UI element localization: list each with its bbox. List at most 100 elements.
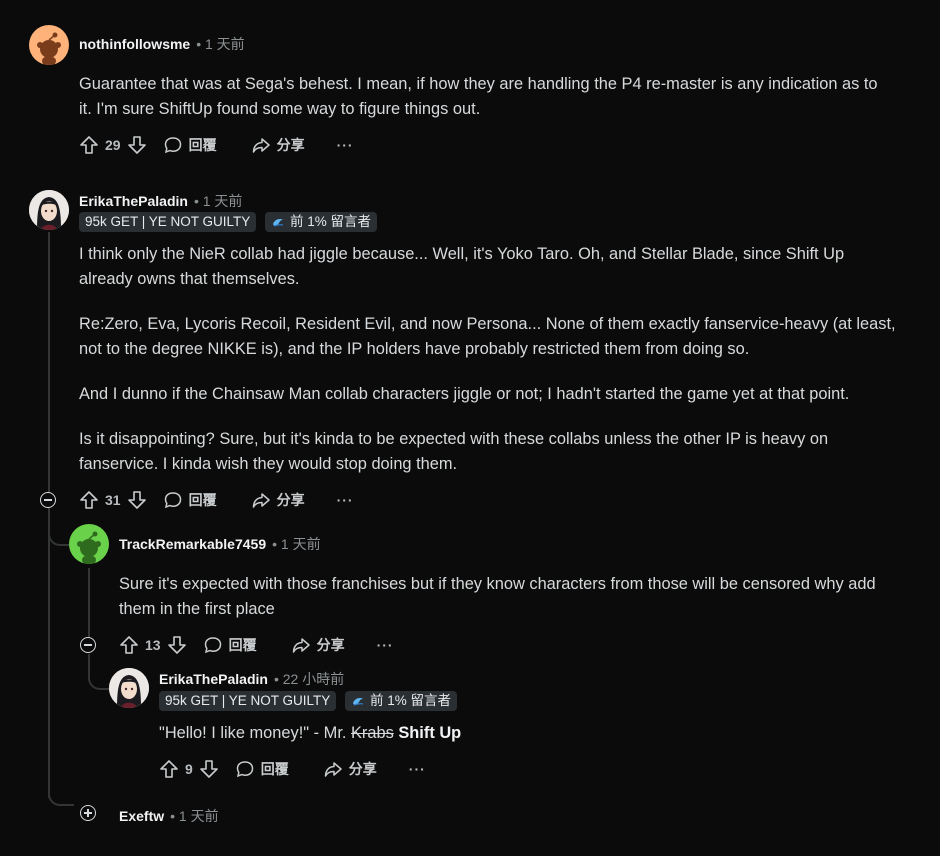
comment-line: Guarantee that was at Sega's behest. I m… bbox=[79, 75, 878, 93]
comment-bubble-icon bbox=[164, 492, 181, 509]
comment-line: Sure it's expected with those franchises… bbox=[119, 575, 876, 593]
share-button[interactable]: 分享 bbox=[323, 759, 377, 779]
top-commenter-badge-icon bbox=[273, 219, 284, 227]
upvote-button[interactable] bbox=[79, 135, 99, 155]
reply-button[interactable]: 回覆 bbox=[203, 635, 257, 655]
timestamp[interactable]: • 1 天前 bbox=[196, 36, 244, 52]
username[interactable]: Exeftw bbox=[119, 808, 164, 824]
comment-line: already owns that themselves. bbox=[79, 270, 300, 288]
timestamp[interactable]: • 22 小時前 bbox=[274, 671, 344, 687]
username[interactable]: ErikaThePaladin bbox=[79, 193, 188, 209]
share-button[interactable]: 分享 bbox=[251, 490, 305, 510]
expand-thread-button[interactable] bbox=[80, 805, 96, 821]
comment-actions: 31 回覆 分享 ··· bbox=[79, 488, 354, 512]
snoo-avatar-icon bbox=[37, 32, 61, 65]
downvote-icon bbox=[199, 760, 218, 778]
downvote-button[interactable] bbox=[199, 759, 219, 779]
user-flair: 95k GET | YE NOT GUILTY bbox=[159, 691, 337, 711]
user-flair: 95k GET | YE NOT GUILTY bbox=[79, 212, 257, 232]
downvote-button[interactable] bbox=[127, 135, 147, 155]
upvote-icon bbox=[160, 760, 178, 778]
upvote-icon bbox=[80, 136, 98, 154]
username[interactable]: nothinfollowsme bbox=[79, 36, 190, 52]
comment-line: them in the first place bbox=[119, 600, 275, 618]
expand-plus-icon bbox=[84, 809, 92, 817]
vote-count: 13 bbox=[145, 637, 161, 653]
more-options-button[interactable]: ··· bbox=[377, 637, 394, 653]
bold-text: Shift Up bbox=[393, 724, 462, 742]
anime-avatar-icon bbox=[109, 668, 149, 708]
vote-count: 31 bbox=[105, 492, 121, 508]
vote-count: 29 bbox=[105, 137, 121, 153]
upvote-button[interactable] bbox=[159, 759, 179, 779]
more-dots-icon: ··· bbox=[376, 637, 394, 653]
more-options-button[interactable]: ··· bbox=[337, 492, 354, 508]
vote-count: 9 bbox=[185, 761, 193, 777]
comment-author[interactable]: TrackRemarkable7459 • 1 天前 bbox=[119, 534, 321, 554]
comment-actions: 29 回覆 分享 ··· bbox=[79, 133, 354, 157]
collapse-minus-icon bbox=[44, 499, 52, 501]
more-options-button[interactable]: ··· bbox=[409, 761, 426, 777]
downvote-button[interactable] bbox=[167, 635, 187, 655]
comment-author[interactable]: ErikaThePaladin • 22 小時前 bbox=[159, 669, 344, 689]
snoo-avatar-icon bbox=[77, 531, 101, 564]
top-commenter-badge: 前 1% 留言者 bbox=[265, 212, 378, 232]
upvote-button[interactable] bbox=[79, 490, 99, 510]
thread-curve-exeftw bbox=[48, 790, 74, 806]
comment-line: it. I'm sure ShiftUp found some way to f… bbox=[79, 100, 481, 118]
avatar[interactable] bbox=[29, 190, 69, 230]
more-dots-icon: ··· bbox=[408, 761, 426, 777]
comment-line: I think only the NieR collab had jiggle … bbox=[79, 245, 845, 263]
comment-body: Sure it's expected with those franchises… bbox=[119, 572, 876, 622]
more-dots-icon: ··· bbox=[336, 492, 354, 508]
upvote-button[interactable] bbox=[119, 635, 139, 655]
avatar[interactable] bbox=[29, 25, 69, 65]
collapse-thread-button[interactable] bbox=[40, 492, 56, 508]
collapse-minus-icon bbox=[84, 644, 92, 646]
username[interactable]: ErikaThePaladin bbox=[159, 671, 268, 687]
comment-line: And I dunno if the Chainsaw Man collab c… bbox=[79, 385, 850, 403]
anime-avatar-icon bbox=[29, 190, 69, 230]
downvote-icon bbox=[127, 491, 146, 509]
username[interactable]: TrackRemarkable7459 bbox=[119, 536, 266, 552]
timestamp[interactable]: • 1 天前 bbox=[272, 536, 320, 552]
top-commenter-badge: 前 1% 留言者 bbox=[345, 691, 458, 711]
strikethrough-text: Krabs bbox=[350, 724, 394, 742]
comment-body: Guarantee that was at Sega's behest. I m… bbox=[79, 72, 878, 122]
downvote-icon bbox=[167, 636, 186, 654]
timestamp[interactable]: • 1 天前 bbox=[194, 193, 242, 209]
share-button[interactable]: 分享 bbox=[251, 135, 305, 155]
upvote-icon bbox=[120, 636, 138, 654]
share-arrow-icon bbox=[252, 138, 270, 153]
comment-bubble-icon bbox=[164, 137, 181, 154]
more-dots-icon: ··· bbox=[336, 137, 354, 153]
avatar[interactable] bbox=[109, 668, 149, 708]
comment-line: Re:Zero, Eva, Lycoris Recoil, Resident E… bbox=[79, 315, 896, 333]
more-options-button[interactable]: ··· bbox=[337, 137, 354, 153]
comment-actions: 9 回覆 分享 ··· bbox=[159, 757, 426, 781]
comment-body: "Hello! I like money!" - Mr. Krabs Shift… bbox=[159, 721, 461, 746]
downvote-button[interactable] bbox=[127, 490, 147, 510]
reply-button[interactable]: 回覆 bbox=[235, 759, 289, 779]
comment-line: fanservice. I kinda wish they would stop… bbox=[79, 455, 458, 473]
comment-bubble-icon bbox=[236, 761, 254, 778]
comment-author[interactable]: ErikaThePaladin • 1 天前 bbox=[79, 191, 242, 211]
share-arrow-icon bbox=[292, 638, 310, 653]
avatar[interactable] bbox=[69, 524, 109, 564]
thread-line-level2 bbox=[88, 568, 90, 638]
timestamp[interactable]: • 1 天前 bbox=[170, 808, 218, 824]
comment-author[interactable]: nothinfollowsme • 1 天前 bbox=[79, 34, 245, 54]
comment-actions: 13 回覆 分享 ··· bbox=[119, 633, 394, 657]
thread-line-level1-cont bbox=[48, 508, 50, 798]
top-commenter-badge-icon bbox=[353, 698, 364, 706]
comment-body: I think only the NieR collab had jiggle … bbox=[79, 242, 896, 477]
share-button[interactable]: 分享 bbox=[291, 635, 345, 655]
comment-author[interactable]: Exeftw • 1 天前 bbox=[119, 806, 219, 826]
comment-line: Is it disappointing? Sure, but it's kind… bbox=[79, 430, 829, 448]
reply-button[interactable]: 回覆 bbox=[163, 135, 217, 155]
comment-text: "Hello! I like money!" - Mr. bbox=[159, 724, 351, 742]
upvote-icon bbox=[80, 491, 98, 509]
share-arrow-icon bbox=[324, 762, 342, 777]
reply-button[interactable]: 回覆 bbox=[163, 490, 217, 510]
collapse-thread-button[interactable] bbox=[80, 637, 96, 653]
